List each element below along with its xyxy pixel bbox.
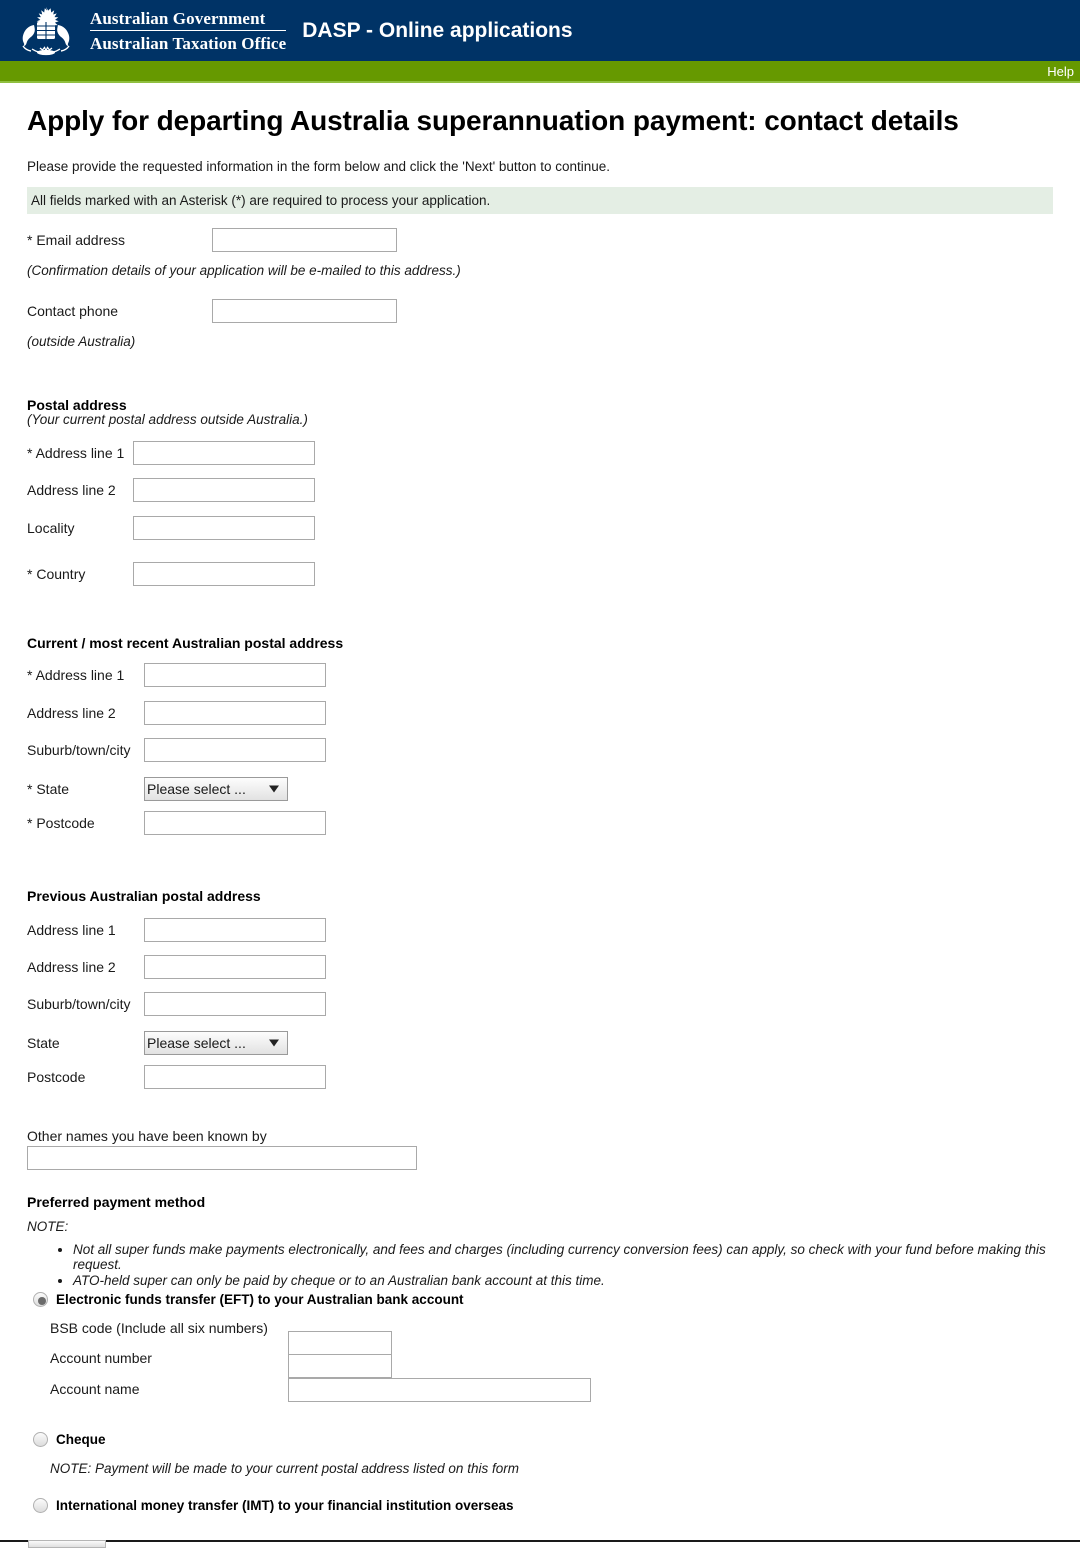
- previous-au-address-line2-label: Address line 2: [27, 959, 116, 975]
- postal-address-line1-label: * Address line 1: [27, 445, 125, 461]
- cheque-note: NOTE: Payment will be made to your curre…: [50, 1461, 519, 1476]
- eft-radio-button[interactable]: [33, 1292, 48, 1307]
- postal-address-locality-row: Locality: [27, 516, 315, 540]
- application-title: DASP - Online applications: [302, 18, 573, 42]
- government-lockup: Australian Government Australian Taxatio…: [90, 8, 287, 54]
- payment-note-item: ATO-held super can only be paid by chequ…: [73, 1273, 1067, 1288]
- help-link[interactable]: Help: [1047, 62, 1074, 81]
- previous-au-address-section-title: Previous Australian postal address: [27, 888, 261, 904]
- cheque-option-row[interactable]: Cheque: [33, 1432, 106, 1447]
- previous-au-address-postcode-label: Postcode: [27, 1069, 86, 1085]
- lockup-divider: [90, 29, 287, 31]
- current-au-address-section-title: Current / most recent Australian postal …: [27, 635, 344, 651]
- previous-au-address-suburb-label: Suburb/town/city: [27, 996, 131, 1012]
- postal-address-line2-row: Address line 2: [27, 478, 315, 502]
- page-content: Apply for departing Australia superannua…: [0, 105, 1080, 214]
- payment-notes-list: Not all super funds make payments electr…: [27, 1242, 1067, 1289]
- current-au-address-suburb-input[interactable]: [144, 738, 326, 762]
- current-au-address-line2-row: Address line 2: [27, 701, 326, 725]
- current-au-address-line2-label: Address line 2: [27, 705, 116, 721]
- email-address-input[interactable]: [212, 228, 397, 252]
- postal-address-line1-row: * Address line 1: [27, 441, 315, 465]
- utility-nav-bar: Help: [0, 61, 1080, 83]
- imt-option-row[interactable]: International money transfer (IMT) to yo…: [33, 1498, 514, 1513]
- current-au-address-line1-row: * Address line 1: [27, 663, 326, 687]
- previous-au-address-postcode-row: Postcode: [27, 1065, 326, 1089]
- bsb-code-input[interactable]: [288, 1331, 392, 1355]
- cheque-radio-button[interactable]: [33, 1432, 48, 1447]
- imt-option-label: International money transfer (IMT) to yo…: [56, 1498, 514, 1513]
- current-au-address-state-label: * State: [27, 781, 70, 797]
- payment-method-section-title: Preferred payment method: [27, 1194, 206, 1210]
- postal-address-line2-label: Address line 2: [27, 482, 116, 498]
- postal-address-locality-label: Locality: [27, 520, 75, 536]
- next-button-clipped[interactable]: [28, 1540, 106, 1548]
- australian-taxation-office-text: Australian Taxation Office: [90, 33, 287, 53]
- contact-phone-input[interactable]: [212, 299, 397, 323]
- intro-text: Please provide the requested information…: [27, 159, 610, 174]
- australian-coat-of-arms-icon: [10, 5, 82, 57]
- other-names-label: Other names you have been known by: [27, 1128, 267, 1144]
- postal-address-locality-input[interactable]: [133, 516, 315, 540]
- current-au-address-state-select[interactable]: Please select ...: [144, 777, 288, 801]
- current-au-address-state-row: * State Please select ...: [27, 777, 288, 801]
- eft-option-row[interactable]: Electronic funds transfer (EFT) to your …: [33, 1292, 464, 1307]
- eft-option-label: Electronic funds transfer (EFT) to your …: [56, 1292, 464, 1307]
- postal-address-section-title: Postal address: [27, 397, 127, 413]
- current-au-address-line2-input[interactable]: [144, 701, 326, 725]
- account-name-label: Account name: [50, 1381, 140, 1397]
- payment-note-heading: NOTE:: [27, 1219, 69, 1234]
- current-au-address-suburb-row: Suburb/town/city: [27, 738, 326, 762]
- previous-au-address-line2-input[interactable]: [144, 955, 326, 979]
- email-address-label: * Email address: [27, 232, 126, 248]
- imt-radio-button[interactable]: [33, 1498, 48, 1513]
- previous-au-address-state-label: State: [27, 1035, 60, 1051]
- account-number-label: Account number: [50, 1350, 152, 1366]
- postal-address-section-hint: (Your current postal address outside Aus…: [27, 412, 308, 427]
- previous-au-address-state-selectwrap: Please select ...: [144, 1031, 288, 1055]
- current-au-address-postcode-label: * Postcode: [27, 815, 95, 831]
- postal-address-line2-input[interactable]: [133, 478, 315, 502]
- previous-au-address-suburb-input[interactable]: [144, 992, 326, 1016]
- contact-phone-row: Contact phone: [27, 299, 397, 323]
- account-name-input[interactable]: [288, 1378, 591, 1402]
- current-au-address-state-selectwrap: Please select ...: [144, 777, 288, 801]
- previous-au-address-suburb-row: Suburb/town/city: [27, 992, 326, 1016]
- current-au-address-postcode-input[interactable]: [144, 811, 326, 835]
- account-number-input[interactable]: [288, 1354, 392, 1378]
- page-title: Apply for departing Australia superannua…: [27, 105, 959, 136]
- previous-au-address-line1-input[interactable]: [144, 918, 326, 942]
- postal-address-line1-input[interactable]: [133, 441, 315, 465]
- cheque-option-label: Cheque: [56, 1432, 106, 1447]
- email-address-row: * Email address: [27, 228, 397, 252]
- current-au-address-line1-input[interactable]: [144, 663, 326, 687]
- current-au-address-postcode-row: * Postcode: [27, 811, 326, 835]
- previous-au-address-line1-row: Address line 1: [27, 918, 326, 942]
- previous-au-address-state-row: State Please select ...: [27, 1031, 288, 1055]
- previous-au-address-state-select[interactable]: Please select ...: [144, 1031, 288, 1055]
- payment-note-item: Not all super funds make payments electr…: [73, 1242, 1067, 1272]
- contact-phone-label: Contact phone: [27, 303, 119, 319]
- postal-address-country-row: * Country: [27, 562, 315, 586]
- site-header: Australian Government Australian Taxatio…: [0, 0, 1080, 61]
- contact-phone-hint: (outside Australia): [27, 334, 136, 349]
- email-address-hint: (Confirmation details of your applicatio…: [27, 263, 461, 278]
- postal-address-country-input[interactable]: [133, 562, 315, 586]
- bsb-code-label: BSB code (Include all six numbers): [50, 1320, 268, 1336]
- postal-address-country-label: * Country: [27, 566, 86, 582]
- previous-au-address-line2-row: Address line 2: [27, 955, 326, 979]
- current-au-address-line1-label: * Address line 1: [27, 667, 125, 683]
- australian-government-text: Australian Government: [90, 8, 266, 28]
- current-au-address-suburb-label: Suburb/town/city: [27, 742, 131, 758]
- required-fields-notice: All fields marked with an Asterisk (*) a…: [27, 187, 1053, 214]
- other-names-input[interactable]: [27, 1146, 417, 1170]
- page-bottom-divider: [0, 1540, 1080, 1550]
- previous-au-address-postcode-input[interactable]: [144, 1065, 326, 1089]
- previous-au-address-line1-label: Address line 1: [27, 922, 116, 938]
